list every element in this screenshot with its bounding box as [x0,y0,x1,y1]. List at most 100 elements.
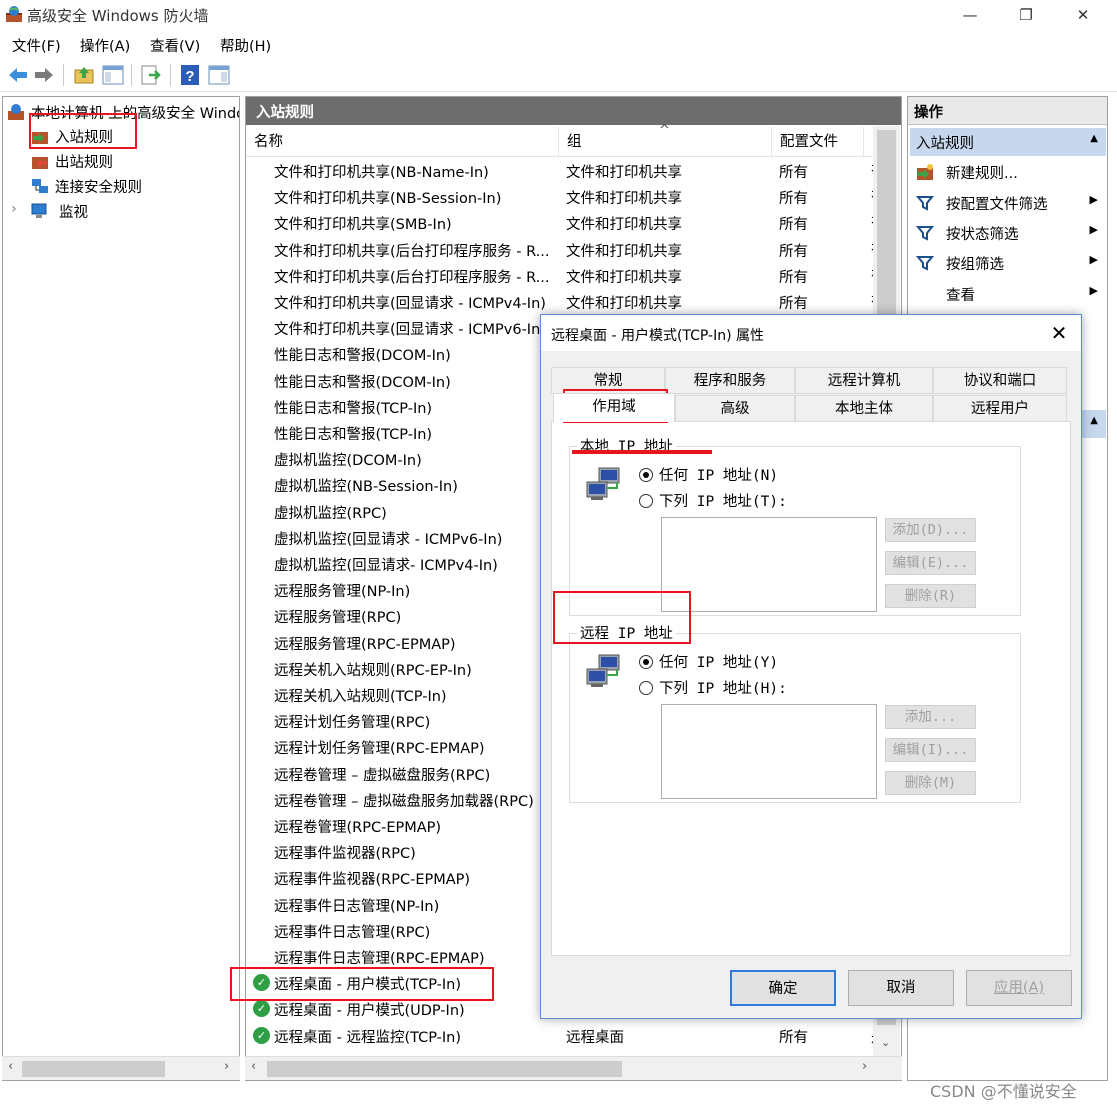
tab-programs-services[interactable]: 程序和服务 [665,367,795,394]
table-row[interactable]: 文件和打印机共享(SMB-In)文件和打印机共享所有否 [246,210,886,236]
cell-name: 文件和打印机共享(后台打印程序服务 - R... [274,269,550,286]
local-ip-list[interactable] [661,517,877,612]
menu-bar: 文件(F) 操作(A) 查看(V) 帮助(H) [0,30,1117,58]
apply-button[interactable]: 应用(A) [966,970,1072,1006]
window-title: 高级安全 Windows 防火墙 [27,7,209,25]
action-new-rule[interactable]: 新建规则... [910,157,1106,187]
scroll-down-icon[interactable]: ⌄ [881,1036,890,1049]
menu-action[interactable]: 操作(A) [80,35,130,56]
help-icon[interactable]: ? [178,63,202,87]
panel-title: 入站规则 [246,97,901,125]
cell-group: 文件和打印机共享 [566,269,682,286]
table-row[interactable]: ✓远程桌面 - 远程监控(TCP-In)远程桌面所有是 [246,1023,886,1049]
filter-icon [916,256,934,271]
firewall-app-icon [6,6,22,22]
action-filter-by-profile[interactable]: 按配置文件筛选 ▶ [910,188,1106,218]
back-icon[interactable] [6,63,30,87]
scroll-thumb[interactable] [22,1061,165,1077]
tab-remote-users[interactable]: 远程用户 [933,395,1067,422]
cell-name: 性能日志和警报(TCP-In) [274,427,433,443]
remote-any-ip-radio[interactable]: 任何 IP 地址(Y) [639,651,778,672]
cell-name: 虚拟机监控(回显请求 - ICMPv6-In) [274,531,503,548]
action-filter-by-state[interactable]: 按状态筛选 ▶ [910,218,1106,248]
actions-section-inbound[interactable]: 入站规则 ▲ [910,128,1106,156]
show-tree-icon[interactable] [101,63,125,87]
cell-name: 远程事件日志管理(RPC) [274,924,431,941]
column-headers: 名称 组 ^ 配置文件 已 [246,123,887,157]
local-these-ip-radio[interactable]: 下列 IP 地址(T): [639,490,787,511]
local-add-button[interactable]: 添加(D)... [885,518,976,542]
cell-group: 文件和打印机共享 [566,191,682,208]
expand-chevron-icon[interactable]: › [11,201,17,217]
forward-icon[interactable] [32,63,56,87]
local-edit-button[interactable]: 编辑(E)... [885,551,976,575]
cell-group: 文件和打印机共享 [566,296,682,312]
dialog-close-button[interactable]: ✕ [1047,321,1071,345]
properties-dialog: 远程桌面 - 用户模式(TCP-In) 属性 ✕ 常规 程序和服务 远程计算机 … [540,314,1082,1019]
tab-remote-computers[interactable]: 远程计算机 [795,367,933,394]
cell-name: 文件和打印机共享(回显请求 - ICMPv4-In) [274,296,546,312]
tab-protocols-ports[interactable]: 协议和端口 [933,367,1067,394]
local-any-ip-radio[interactable]: 任何 IP 地址(N) [639,464,778,485]
action-view[interactable]: 查看 ▶ [910,279,1106,309]
table-row[interactable]: 文件和打印机共享(NB-Session-In)文件和打印机共享所有否 [246,184,886,210]
cell-profile: 所有 [779,191,808,208]
menu-file[interactable]: 文件(F) [12,35,61,56]
inbound-rules-icon [32,132,48,144]
up-folder-icon[interactable] [72,63,96,87]
dialog-title: 远程桌面 - 用户模式(TCP-In) 属性 [551,328,765,344]
tab-local-principals[interactable]: 本地主体 [795,395,933,422]
cell-name: 远程事件日志管理(RPC-EPMAP) [274,951,485,967]
table-row[interactable]: 文件和打印机共享(后台打印程序服务 - R...文件和打印机共享所有否 [246,263,886,289]
cell-profile: 所有 [779,165,808,181]
rules-horizontal-scrollbar[interactable]: ‹ › [245,1056,902,1080]
cell-name: 性能日志和警报(DCOM-In) [274,374,451,391]
maximize-button[interactable]: ❐ [1003,0,1049,30]
show-actions-icon[interactable] [207,63,231,87]
cell-name: 远程服务管理(RPC-EPMAP) [274,636,456,653]
remote-remove-button[interactable]: 删除(M) [885,771,976,795]
enabled-check-icon: ✓ [253,974,270,992]
remote-add-button[interactable]: 添加... [885,705,976,729]
minimize-button[interactable]: — [947,0,993,30]
svg-text:?: ? [185,68,194,85]
table-row[interactable]: 文件和打印机共享(NB-Name-In)文件和打印机共享所有否 [246,158,886,184]
tab-advanced[interactable]: 高级 [675,395,795,422]
submenu-arrow-icon: ▶ [1089,193,1098,206]
cell-name: 文件和打印机共享(SMB-In) [274,217,452,234]
column-profile[interactable]: 配置文件 [772,127,864,157]
firewall-icon [8,104,24,120]
cell-profile: 所有 [779,1029,808,1046]
cell-name: 虚拟机监控(回显请求- ICMPv4-In) [274,558,498,574]
scroll-thumb[interactable] [267,1061,622,1077]
cancel-button[interactable]: 取消 [848,970,954,1006]
watermark: CSDN @不懂说安全 [930,1082,1077,1101]
tree-horizontal-scrollbar[interactable]: ‹ › [2,1056,240,1080]
cell-name: 远程关机入站规则(TCP-In) [274,689,447,705]
cell-name: 远程事件日志管理(NP-In) [274,898,440,915]
menu-view[interactable]: 查看(V) [150,35,200,56]
remote-edit-button[interactable]: 编辑(I)... [885,738,976,762]
collapse-icon[interactable]: ▲ [1090,415,1098,426]
export-icon[interactable] [139,63,163,87]
tree-item-label: 监视 [59,205,88,221]
menu-help[interactable]: 帮助(H) [220,35,271,56]
enabled-check-icon: ✓ [253,1026,270,1044]
close-button[interactable]: ✕ [1060,0,1106,30]
ok-button[interactable]: 确定 [730,970,836,1006]
cell-name: 远程桌面 - 远程监控(TCP-In) [274,1029,462,1046]
submenu-arrow-icon: ▶ [1089,223,1098,236]
actions-title: 操作 [908,97,1107,125]
table-row[interactable]: 文件和打印机共享(后台打印程序服务 - R...文件和打印机共享所有否 [246,237,886,263]
cell-profile: 所有 [779,217,808,234]
action-filter-by-group[interactable]: 按组筛选 ▶ [910,248,1106,278]
remote-ip-list[interactable] [661,704,877,799]
local-remove-button[interactable]: 删除(R) [885,584,976,608]
tab-general[interactable]: 常规 [551,367,665,394]
table-row[interactable]: 文件和打印机共享(回显请求 - ICMPv4-In)文件和打印机共享所有否 [246,289,886,315]
tab-scope[interactable]: 作用域 [553,393,675,422]
column-name[interactable]: 名称 [246,127,559,157]
remote-these-ip-radio[interactable]: 下列 IP 地址(H): [639,677,787,698]
cell-name: 远程事件监视器(RPC-EPMAP) [274,872,471,889]
collapse-icon[interactable]: ▲ [1090,133,1098,144]
